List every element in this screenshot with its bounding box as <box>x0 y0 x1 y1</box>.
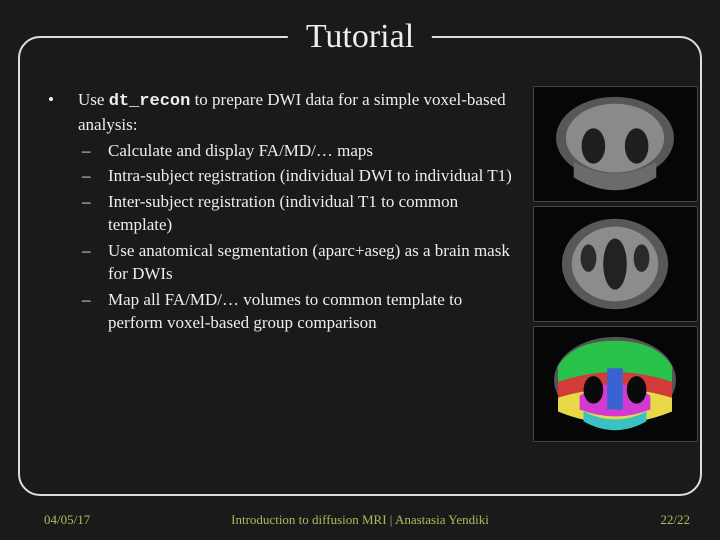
brain-icon <box>534 327 697 441</box>
sub-text: Use anatomical segmentation (aparc+aseg)… <box>108 239 520 286</box>
footer: 04/05/17 Introduction to diffusion MRI |… <box>0 506 720 528</box>
footer-page: 22/22 <box>660 512 690 528</box>
sub-item: – Use anatomical segmentation (aparc+ase… <box>78 239 520 286</box>
brain-axial-t1-image <box>533 206 698 322</box>
brain-coronal-t1-image <box>533 86 698 202</box>
slide-title: Tutorial <box>288 18 432 56</box>
sub-item: – Calculate and display FA/MD/… maps <box>78 139 520 162</box>
footer-center: Introduction to diffusion MRI | Anastasi… <box>231 512 489 528</box>
sub-text: Intra-subject registration (individual D… <box>108 164 520 187</box>
intro-code: dt_recon <box>109 92 191 111</box>
image-column <box>533 86 698 442</box>
dash-marker: – <box>78 288 108 311</box>
sub-text: Calculate and display FA/MD/… maps <box>108 139 520 162</box>
dash-marker: – <box>78 164 108 187</box>
bullet-marker: • <box>44 88 78 111</box>
dash-marker: – <box>78 139 108 162</box>
dash-marker: – <box>78 239 108 262</box>
dash-marker: – <box>78 190 108 213</box>
brain-icon <box>534 87 697 201</box>
sub-text: Map all FA/MD/… volumes to common templa… <box>108 288 520 335</box>
bullet-content: Use dt_recon to prepare DWI data for a s… <box>78 88 520 137</box>
body-text: • Use dt_recon to prepare DWI data for a… <box>44 88 520 337</box>
sub-item: – Map all FA/MD/… volumes to common temp… <box>78 288 520 335</box>
sub-item: – Intra-subject registration (individual… <box>78 164 520 187</box>
intro-pre: Use <box>78 90 109 109</box>
sub-item: – Inter-subject registration (individual… <box>78 190 520 237</box>
brain-icon <box>534 207 697 321</box>
footer-date: 04/05/17 <box>44 512 90 528</box>
sub-text: Inter-subject registration (individual T… <box>108 190 520 237</box>
brain-coronal-aparc-image <box>533 326 698 442</box>
slide: Tutorial • Use dt_recon to prepare DWI d… <box>0 0 720 540</box>
bullet-main: • Use dt_recon to prepare DWI data for a… <box>44 88 520 137</box>
